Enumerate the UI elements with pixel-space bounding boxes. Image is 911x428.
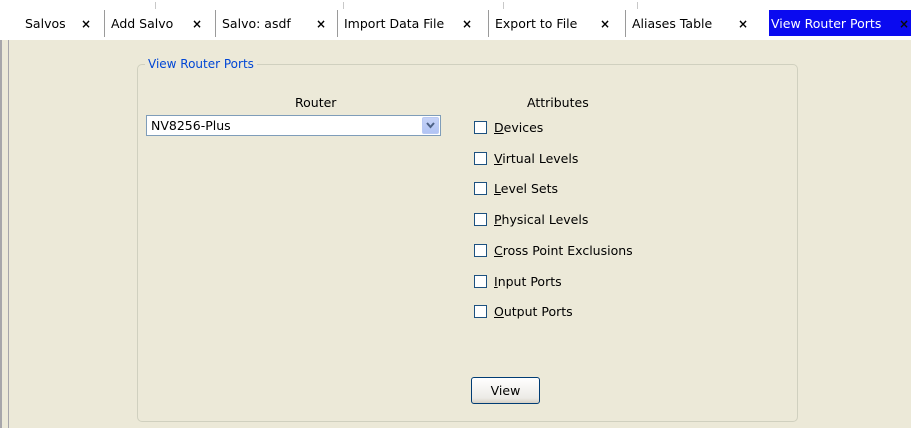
- checkbox-label: Input Ports: [494, 274, 562, 289]
- checkbox-output-ports[interactable]: Output Ports: [474, 303, 573, 320]
- checkbox-cross-point-exclusions[interactable]: Cross Point Exclusions: [474, 242, 633, 259]
- checkbox-box[interactable]: [474, 182, 487, 195]
- checkbox-label: Virtual Levels: [494, 151, 579, 166]
- close-icon[interactable]: ×: [738, 18, 748, 30]
- checkbox-box[interactable]: [474, 213, 487, 226]
- tab-label: Add Salvo: [111, 16, 174, 31]
- close-icon[interactable]: ×: [462, 18, 472, 30]
- tab-view-router-ports[interactable]: View Router Ports ×: [769, 10, 911, 36]
- tab-label: Import Data File: [344, 16, 445, 31]
- tab-export-to-file[interactable]: Export to File ×: [488, 10, 626, 37]
- tab-tick: [503, 2, 504, 9]
- tab-label: Export to File: [495, 16, 578, 31]
- app-window: Salvos × Add Salvo × Salvo: asdf × Impor…: [0, 0, 911, 428]
- tab-strip: Salvos × Add Salvo × Salvo: asdf × Impor…: [0, 0, 911, 40]
- view-button[interactable]: View: [471, 377, 540, 404]
- checkbox-devices[interactable]: Devices: [474, 119, 543, 136]
- checkbox-box[interactable]: [474, 305, 487, 318]
- tab-label: Aliases Table: [632, 16, 713, 31]
- router-label: Router: [295, 95, 337, 110]
- router-select[interactable]: NV8256-Plus: [146, 115, 441, 136]
- close-icon[interactable]: ×: [192, 18, 202, 30]
- checkbox-level-sets[interactable]: Level Sets: [474, 180, 558, 197]
- close-icon[interactable]: ×: [600, 18, 610, 30]
- tab-add-salvo[interactable]: Add Salvo ×: [104, 10, 216, 37]
- checkbox-input-ports[interactable]: Input Ports: [474, 273, 562, 290]
- chevron-down-icon[interactable]: [422, 117, 439, 134]
- checkbox-physical-levels[interactable]: Physical Levels: [474, 211, 588, 228]
- tab-tick: [343, 2, 344, 9]
- tab-salvo-asdf[interactable]: Salvo: asdf ×: [215, 10, 338, 37]
- window-edge: [8, 40, 9, 428]
- tab-tick: [155, 2, 156, 9]
- close-icon[interactable]: ×: [81, 18, 91, 30]
- checkbox-box[interactable]: [474, 275, 487, 288]
- close-icon[interactable]: ×: [899, 18, 909, 30]
- tab-tick: [637, 2, 638, 9]
- checkbox-box[interactable]: [474, 121, 487, 134]
- checkbox-label: Level Sets: [494, 181, 559, 196]
- close-icon[interactable]: ×: [316, 18, 326, 30]
- tab-label: Salvos: [25, 16, 66, 31]
- tab-import-data-file[interactable]: Import Data File ×: [337, 10, 489, 37]
- checkbox-label: Physical Levels: [494, 212, 589, 227]
- checkbox-box[interactable]: [474, 244, 487, 257]
- tab-label: Salvo: asdf: [222, 16, 291, 31]
- checkbox-label: Output Ports: [494, 304, 573, 319]
- tab-aliases-table[interactable]: Aliases Table ×: [625, 10, 757, 37]
- tab-label: View Router Ports: [771, 15, 882, 31]
- attributes-label: Attributes: [527, 95, 589, 110]
- checkbox-label: Devices: [494, 120, 544, 135]
- group-title: View Router Ports: [145, 57, 257, 71]
- tab-salvos[interactable]: Salvos ×: [18, 10, 105, 37]
- checkbox-virtual-levels[interactable]: Virtual Levels: [474, 150, 578, 167]
- router-select-value: NV8256-Plus: [151, 118, 231, 133]
- checkbox-label: Cross Point Exclusions: [494, 243, 633, 258]
- window-edge: [0, 40, 2, 428]
- checkbox-box[interactable]: [474, 152, 487, 165]
